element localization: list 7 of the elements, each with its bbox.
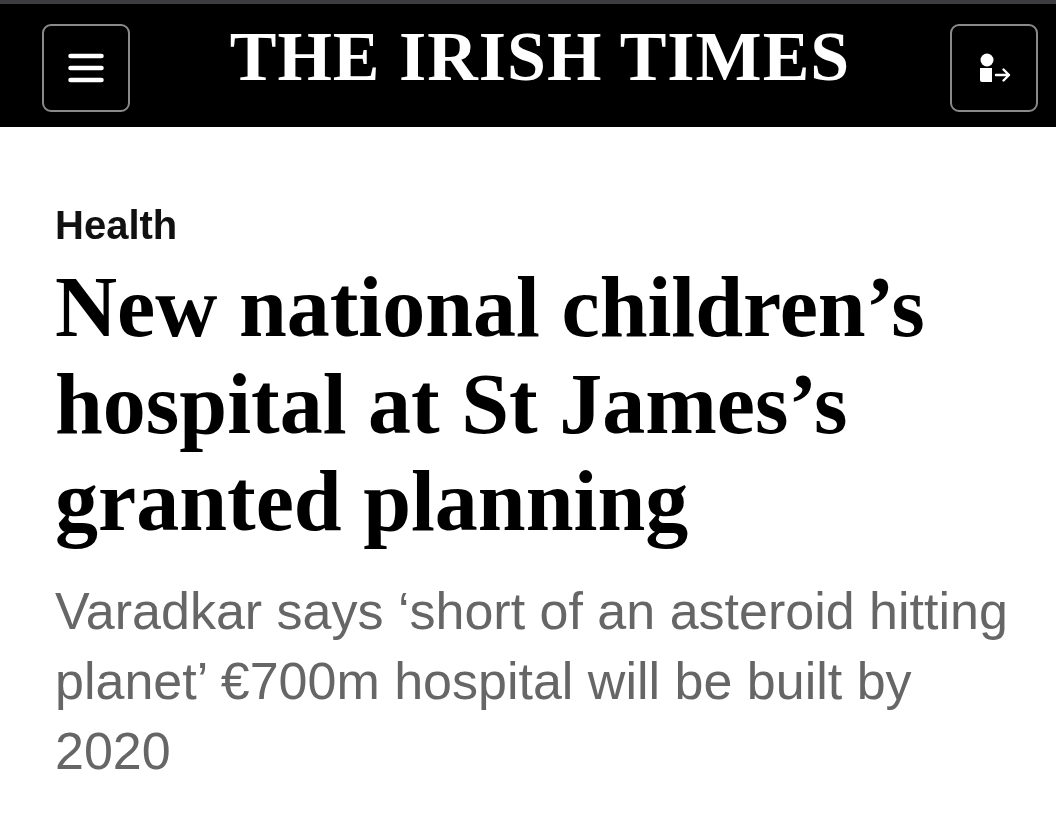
account-button[interactable] <box>950 24 1038 112</box>
article-standfirst: Varadkar says ‘short of an asteroid hitting planet’ €700m hospital will be built by 2020 <box>55 581 1009 782</box>
menu-icon <box>68 53 104 83</box>
menu-button[interactable] <box>42 24 130 112</box>
article-headline: New national children’s hospital at St James’s granted planning <box>55 259 926 550</box>
site-logo[interactable]: THE IRISH TIMES <box>229 21 851 92</box>
section-label[interactable]: Health <box>55 201 1036 249</box>
